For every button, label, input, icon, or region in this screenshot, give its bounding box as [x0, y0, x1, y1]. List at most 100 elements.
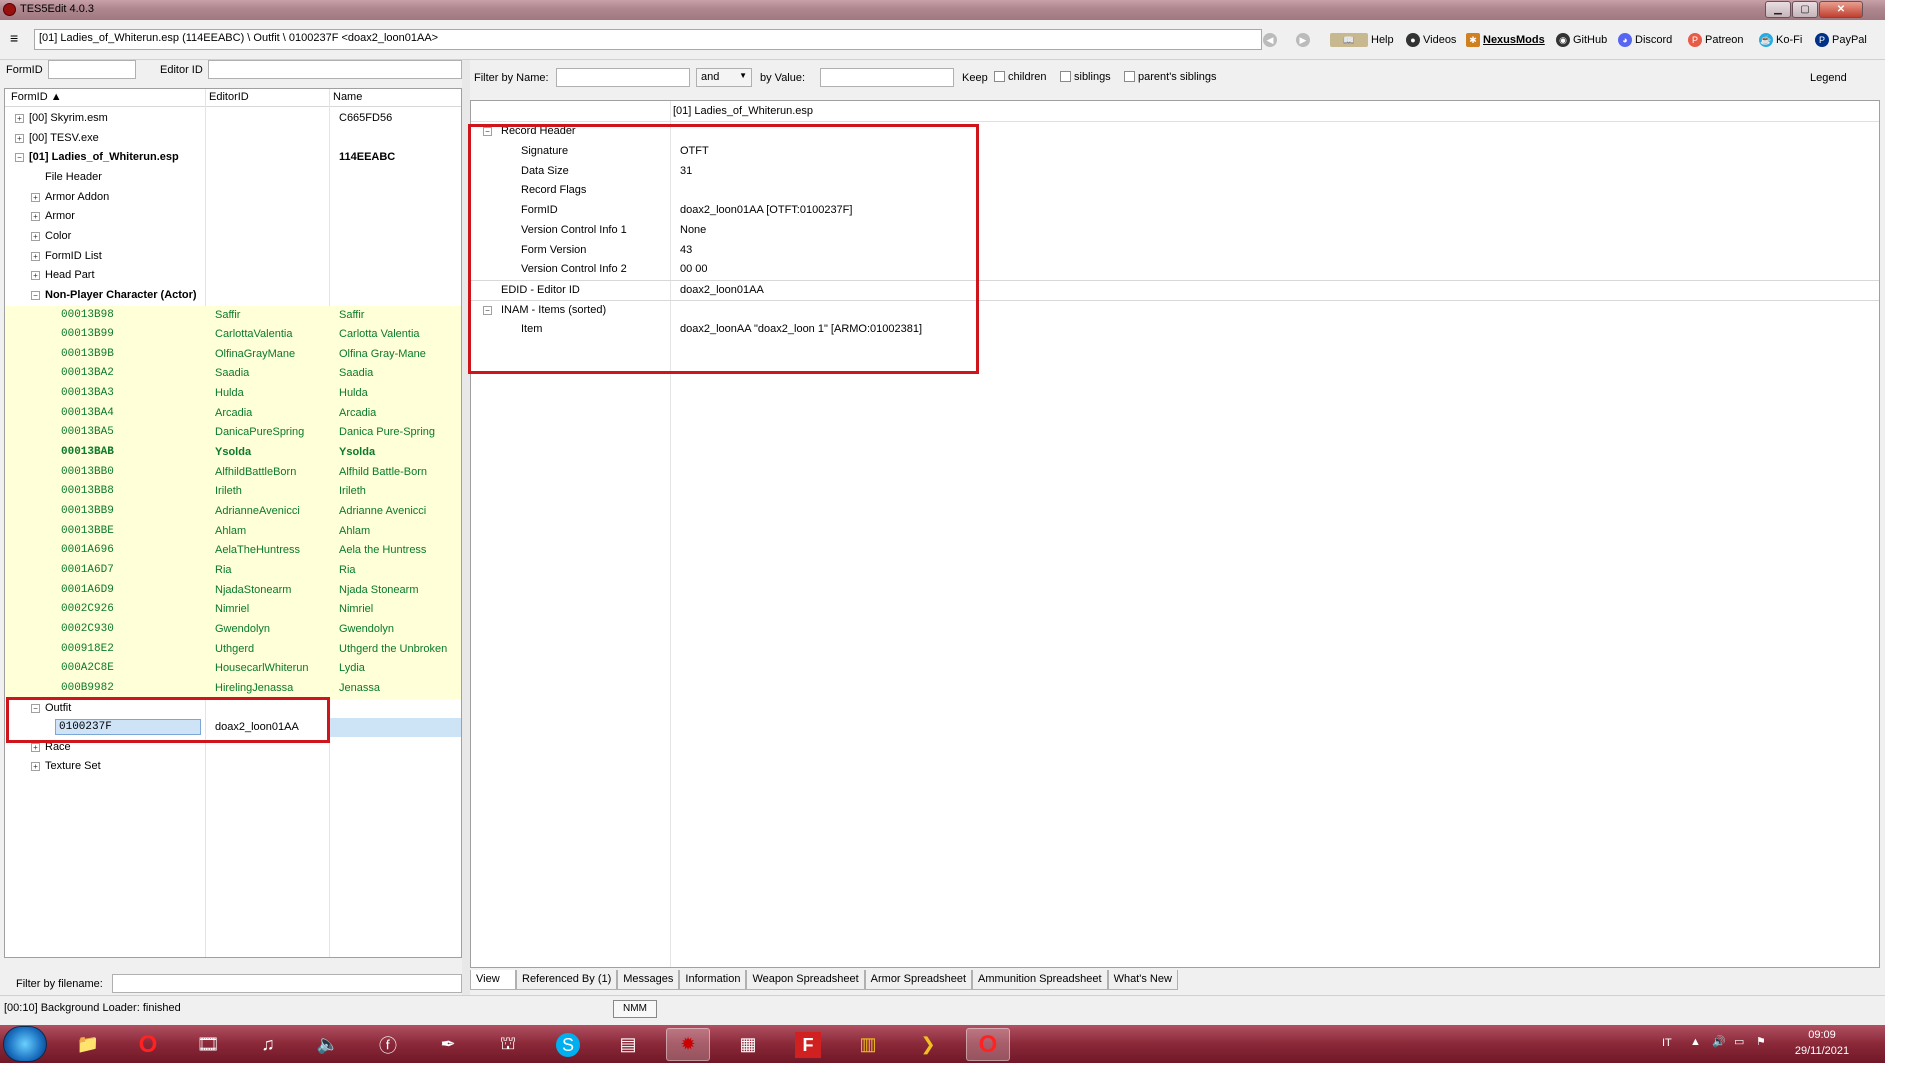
- tab-ammunition-spreadsheet[interactable]: Ammunition Spreadsheet: [972, 970, 1108, 990]
- formid-filter-input[interactable]: [48, 60, 136, 79]
- tab-referenced-by-1[interactable]: Referenced By (1): [516, 970, 618, 990]
- opera-icon[interactable]: O: [126, 1028, 170, 1061]
- npc-row[interactable]: 00013B98 Saffir Saffir: [5, 305, 461, 326]
- npc-row[interactable]: 00013BB0 AlfhildBattleBorn Alfhild Battle-…: [5, 462, 461, 483]
- window-app-icon[interactable]: ▦: [726, 1028, 770, 1061]
- collapse-icon[interactable]: −: [15, 153, 24, 163]
- col-formid-header[interactable]: FormID ▲: [11, 91, 62, 103]
- chart-app-icon[interactable]: ▥: [846, 1028, 890, 1061]
- videos-link[interactable]: ● Videos: [1406, 32, 1456, 48]
- nexusmods-link[interactable]: ✱ NexusMods: [1466, 32, 1545, 48]
- tes5edit-taskbar-icon[interactable]: ✹: [666, 1028, 710, 1061]
- record-path-field[interactable]: [01] Ladies_of_Whiterun.esp (114EEABC) \…: [34, 29, 1262, 50]
- media-icon[interactable]: 🎞: [186, 1028, 230, 1061]
- minimize-button[interactable]: ▁: [1765, 1, 1791, 18]
- keep-parents-siblings-checkbox[interactable]: parent's siblings: [1124, 71, 1217, 83]
- tree-node[interactable]: + Color: [5, 227, 461, 247]
- tree-node[interactable]: − Non-Player Character (Actor): [5, 286, 461, 306]
- tree-node[interactable]: + FormID List: [5, 247, 461, 267]
- back-icon[interactable]: ◀: [1263, 32, 1277, 48]
- clock-date[interactable]: 29/11/2021: [1786, 1045, 1858, 1057]
- npc-row[interactable]: 00013BBE Ahlam Ahlam: [5, 521, 461, 542]
- expand-icon[interactable]: +: [31, 212, 40, 222]
- npc-row[interactable]: 00013BA4 Arcadia Arcadia: [5, 403, 461, 424]
- nmm-icon[interactable]: ▤: [606, 1028, 650, 1061]
- tree-node[interactable]: + Head Part: [5, 266, 461, 286]
- col-name-header[interactable]: Name: [333, 91, 362, 103]
- npc-row[interactable]: 00013BAB Ysolda Ysolda: [5, 443, 461, 463]
- col-editorid-header[interactable]: EditorID: [209, 91, 249, 103]
- expand-icon[interactable]: +: [31, 742, 40, 752]
- npc-row[interactable]: 000A2C8E HousecarlWhiterun Lydia: [5, 659, 461, 679]
- tree-node[interactable]: + Armor Addon: [5, 188, 461, 208]
- editorid-filter-input[interactable]: [208, 60, 462, 79]
- npc-row[interactable]: 00013BB8 Irileth Irileth: [5, 482, 461, 503]
- npc-row[interactable]: 0002C926 Nimriel Nimriel: [5, 600, 461, 620]
- npc-row[interactable]: 00013BA3 Hulda Hulda: [5, 384, 461, 404]
- expand-icon[interactable]: +: [31, 251, 40, 261]
- npc-row[interactable]: 000918E2 Uthgerd Uthgerd the Unbroken: [5, 639, 461, 660]
- opera-active-icon[interactable]: O: [966, 1028, 1010, 1061]
- start-button[interactable]: [3, 1026, 47, 1062]
- npc-row[interactable]: 00013BB9 AdrianneAvenicci Adrianne Avenicc…: [5, 502, 461, 522]
- filter-filename-input[interactable]: [112, 974, 462, 993]
- explorer-icon[interactable]: 📁: [66, 1028, 110, 1061]
- npc-row[interactable]: 00013B99 CarlottaValentia Carlotta Valenti…: [5, 325, 461, 345]
- filter-name-input[interactable]: [556, 68, 690, 87]
- npc-row[interactable]: 0001A6D9 NjadaStonearm Njada Stonearm: [5, 580, 461, 601]
- npc-row[interactable]: 0001A6D7 Ria Ria: [5, 560, 461, 581]
- kofi-link[interactable]: ☕ Ko-Fi: [1759, 32, 1802, 48]
- github-link[interactable]: ◉ GitHub: [1556, 32, 1607, 48]
- tab-weapon-spreadsheet[interactable]: Weapon Spreadsheet: [746, 970, 865, 990]
- legend-button[interactable]: Legend: [1810, 72, 1847, 84]
- npc-row[interactable]: 0002C930 Gwendolyn Gwendolyn: [5, 619, 461, 640]
- npc-row[interactable]: 0001A696 AelaTheHuntress Aela the Huntress: [5, 541, 461, 561]
- filter-value-input[interactable]: [820, 68, 954, 87]
- ffdec-icon[interactable]: ⓕ: [366, 1028, 410, 1061]
- tree-node[interactable]: + Armor: [5, 207, 461, 227]
- tab-messages[interactable]: Messages: [617, 970, 680, 990]
- expand-icon[interactable]: +: [31, 192, 40, 202]
- tab-armor-spreadsheet[interactable]: Armor Spreadsheet: [864, 970, 973, 990]
- keep-children-checkbox[interactable]: children: [994, 71, 1047, 83]
- hamburger-menu-icon[interactable]: ≡: [10, 31, 24, 46]
- tab-information[interactable]: Information: [679, 970, 747, 990]
- arrow-app-icon[interactable]: ❯: [906, 1028, 950, 1061]
- network-icon[interactable]: ▭: [1734, 1035, 1744, 1048]
- music-icon[interactable]: ♫: [246, 1028, 290, 1061]
- tray-arrow-icon[interactable]: ▲: [1690, 1036, 1701, 1048]
- keep-siblings-checkbox[interactable]: siblings: [1060, 71, 1111, 83]
- npc-row[interactable]: 00013BA5 DanicaPureSpring Danica Pure-Spri…: [5, 423, 461, 444]
- tab-view[interactable]: View: [470, 970, 516, 990]
- speaker-icon[interactable]: 🔈: [306, 1028, 350, 1061]
- f-app-icon[interactable]: F: [786, 1028, 830, 1061]
- volume-icon[interactable]: 🔊: [1712, 1035, 1726, 1048]
- npc-row[interactable]: 000B9982 HirelingJenassa Jenassa: [5, 678, 461, 699]
- expand-icon[interactable]: +: [31, 271, 40, 281]
- forward-icon[interactable]: ▶: [1296, 32, 1310, 48]
- tree-node[interactable]: − [01] Ladies_of_Whiterun.esp 114EEABC: [5, 148, 461, 168]
- npc-row[interactable]: 00013BA2 Saadia Saadia: [5, 364, 461, 385]
- language-indicator[interactable]: IT: [1662, 1037, 1672, 1049]
- discord-link[interactable]: ◕ Discord: [1618, 32, 1672, 48]
- tab-what-s-new[interactable]: What's New: [1107, 970, 1178, 990]
- filter-operator-select[interactable]: and ▼: [696, 68, 752, 87]
- record-tree[interactable]: FormID ▲ EditorID Name + [00] Skyrim.esm C…: [4, 88, 462, 958]
- tree-node[interactable]: + Texture Set: [5, 757, 461, 777]
- patreon-link[interactable]: P Patreon: [1688, 32, 1744, 48]
- help-link[interactable]: 📖 Help: [1330, 32, 1394, 48]
- expand-icon[interactable]: +: [15, 133, 24, 143]
- tree-node[interactable]: File Header: [5, 168, 461, 188]
- tree-node[interactable]: + [00] TESV.exe: [5, 129, 461, 149]
- tree-node[interactable]: + [00] Skyrim.esm C665FD56: [5, 109, 461, 129]
- npc-row[interactable]: 00013B9B OlfinaGrayMane Olfina Gray-Mane: [5, 344, 461, 365]
- game-icon[interactable]: ⛫: [486, 1028, 530, 1061]
- close-button[interactable]: ✕: [1819, 1, 1863, 18]
- paypal-link[interactable]: P PayPal: [1815, 32, 1867, 48]
- expand-icon[interactable]: +: [31, 762, 40, 772]
- maximize-button[interactable]: ▢: [1792, 1, 1818, 18]
- skype-icon[interactable]: S: [546, 1028, 590, 1061]
- flag-icon[interactable]: ⚑: [1756, 1035, 1766, 1048]
- clock-time[interactable]: 09:09: [1792, 1029, 1852, 1041]
- expand-icon[interactable]: +: [15, 114, 24, 123]
